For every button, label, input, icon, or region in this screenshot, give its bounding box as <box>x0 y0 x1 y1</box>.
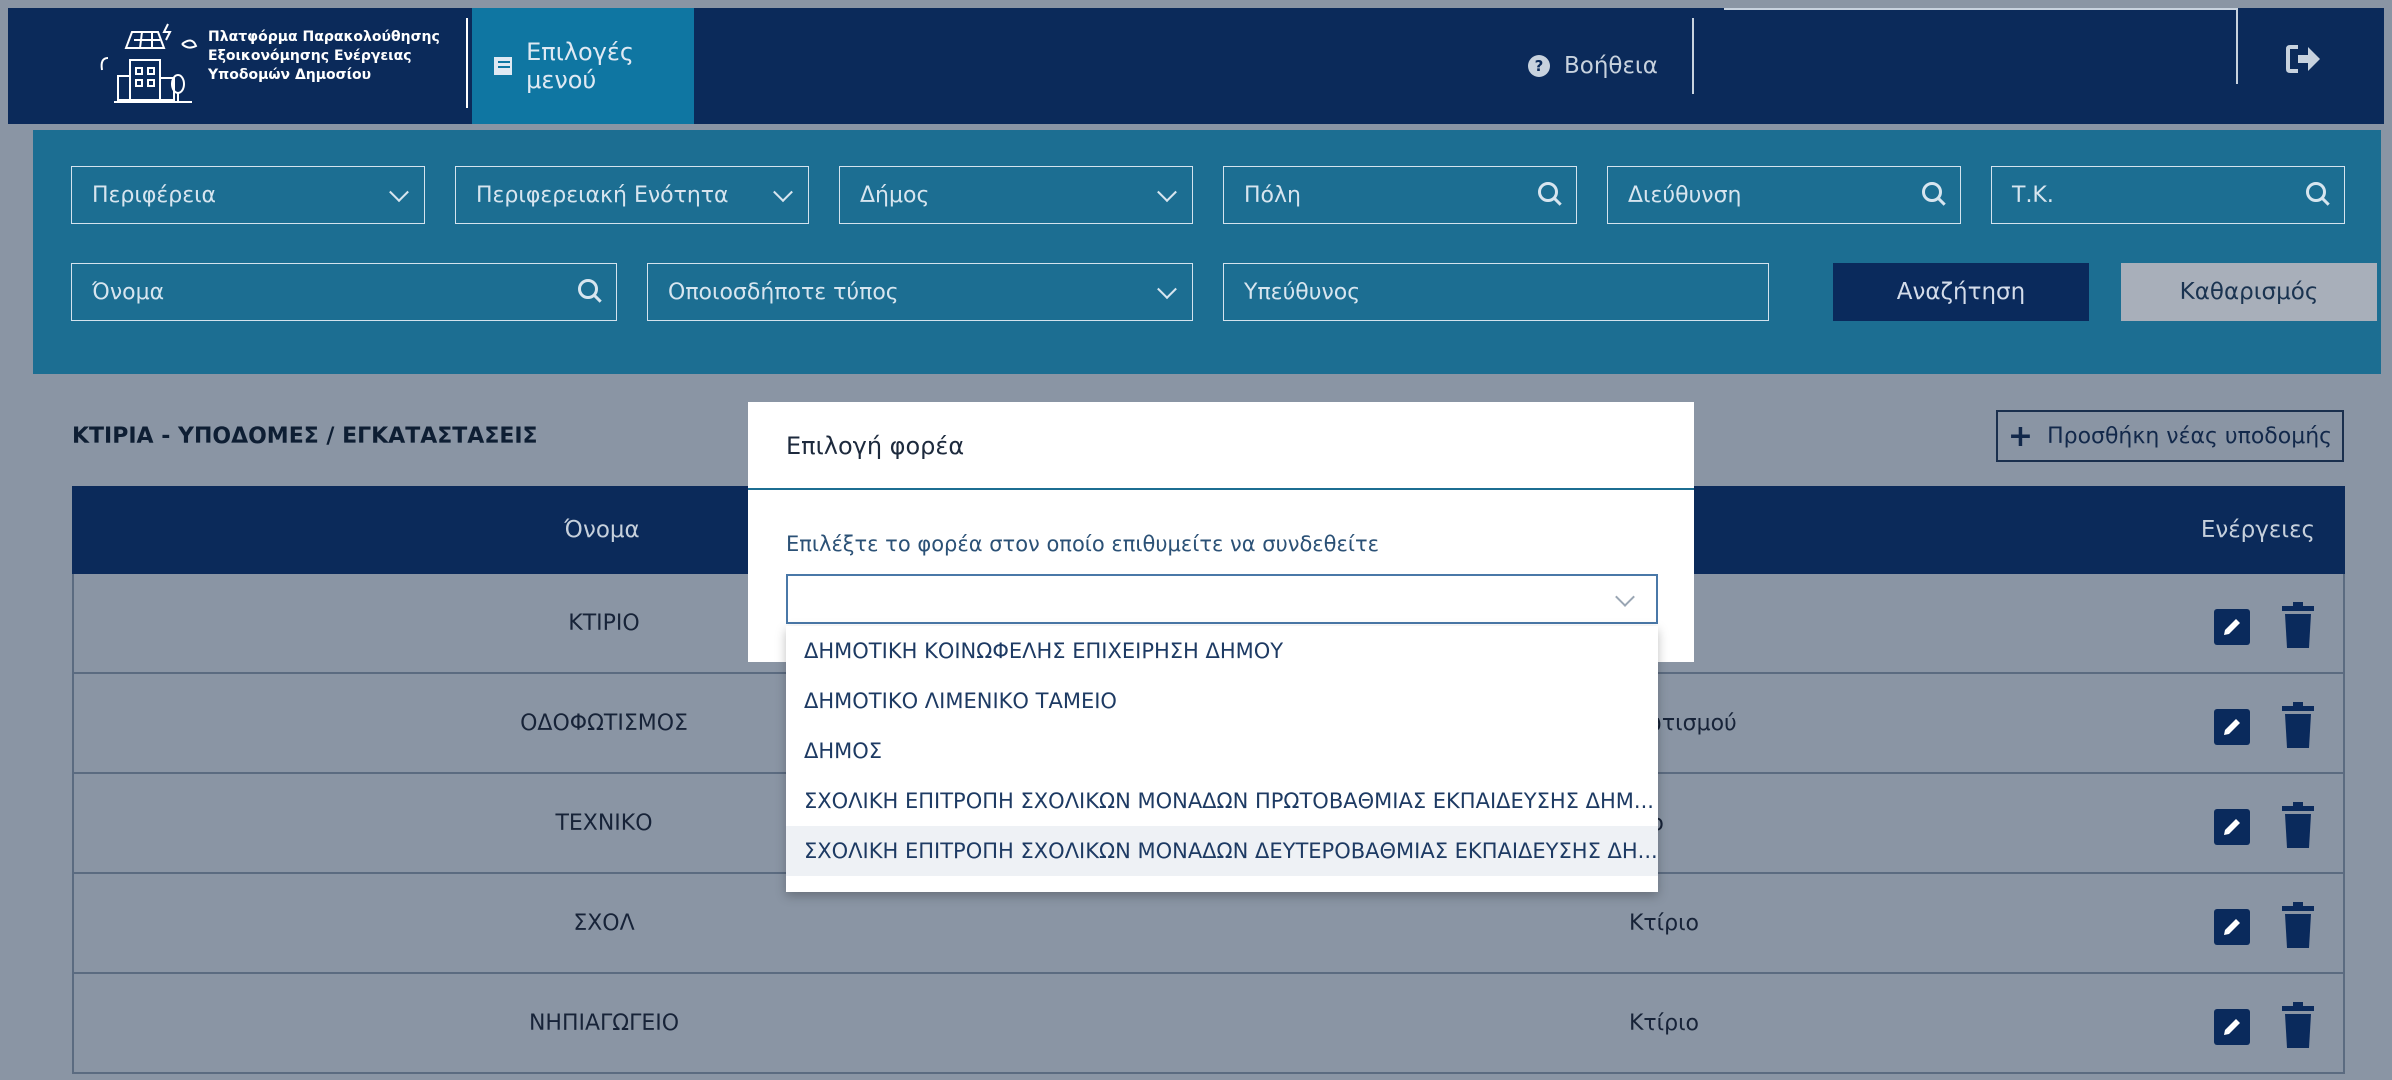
organization-select[interactable] <box>786 574 1658 624</box>
delete-button[interactable] <box>2280 1002 2316 1048</box>
logo-line-2: Εξοικονόμησης Ενέργειας <box>208 48 412 64</box>
dropdown-option[interactable]: ΔΗΜΟΤΙΚΟ ΛΙΜΕΝΙΚΟ ΤΑΜΕΙΟ <box>786 676 1658 726</box>
logo-line-3: Υποδομών Δημοσίου <box>208 67 372 83</box>
dropdown-option-hovered[interactable]: ΣΧΟΛΙΚΗ ΕΠΙΤΡΟΠΗ ΣΧΟΛΙΚΩΝ ΜΟΝΑΔΩΝ ΔΕΥΤΕΡ… <box>786 826 1658 876</box>
address-input-placeholder: Διεύθυνση <box>1628 182 1742 208</box>
edit-button[interactable] <box>2214 909 2250 945</box>
regional-unit-select-label: Περιφερειακή Ενότητα <box>476 182 729 208</box>
clear-button[interactable]: Καθαρισμός <box>2121 263 2377 321</box>
search-icon <box>578 279 598 299</box>
modal-title: Επιλογή φορέα <box>786 432 965 460</box>
modal-divider <box>748 488 1694 490</box>
organization-dropdown-list: ΔΗΜΟΤΙΚΗ ΚΟΙΝΩΦΕΛΗΣ ΕΠΙΧΕΙΡΗΣΗ ΔΗΜΟΥ ΔΗΜ… <box>786 626 1658 892</box>
regional-unit-select[interactable]: Περιφερειακή Ενότητα <box>455 166 809 224</box>
pencil-icon <box>2224 1019 2240 1035</box>
name-input[interactable]: Όνομα <box>71 263 617 321</box>
edit-button[interactable] <box>2214 709 2250 745</box>
delete-button[interactable] <box>2280 802 2316 848</box>
region-select[interactable]: Περιφέρεια <box>71 166 425 224</box>
chevron-down-icon <box>389 182 409 203</box>
region-select-label: Περιφέρεια <box>92 182 217 208</box>
trash-icon <box>2282 702 2314 748</box>
organization-select-label: Επιλέξτε το φορέα στον οποίο επιθυμείτε … <box>786 532 1379 556</box>
delete-button[interactable] <box>2280 602 2316 648</box>
select-organization-modal: Επιλογή φορέα Επιλέξτε το φορέα στον οπο… <box>748 402 1694 662</box>
municipality-select-label: Δήμος <box>860 182 930 208</box>
row-name: ΝΗΠΙΑΓΩΓΕΙΟ <box>528 1010 680 1036</box>
responsible-input[interactable]: Υπεύθυνος <box>1223 263 1769 321</box>
search-button[interactable]: Αναζήτηση <box>1833 263 2089 321</box>
search-icon <box>1922 182 1942 202</box>
plus-icon: + <box>2007 418 2034 454</box>
table-row[interactable]: ΝΗΠΙΑΓΩΓΕΙΟ Κτίριο <box>72 974 2345 1074</box>
list-icon <box>494 57 513 75</box>
menu-options-button[interactable]: Επιλογές μενού <box>472 8 694 124</box>
help-label: Βοήθεια <box>1564 53 1658 79</box>
chevron-down-icon <box>773 182 793 203</box>
nav-user-area <box>1724 8 2236 10</box>
chevron-down-icon <box>1615 587 1635 607</box>
name-input-placeholder: Όνομα <box>92 279 165 305</box>
edit-button[interactable] <box>2214 1009 2250 1045</box>
filter-panel: Περιφέρεια Περιφερειακή Ενότητα Δήμος Πό… <box>33 130 2381 374</box>
search-icon <box>2306 182 2326 202</box>
menu-options-label: Επιλογές μενού <box>526 38 634 94</box>
logo-line-1: Πλατφόρμα Παρακολούθησης <box>208 29 440 45</box>
pencil-icon <box>2224 619 2240 635</box>
postal-code-input[interactable]: Τ.Κ. <box>1991 166 2345 224</box>
chevron-down-icon <box>1157 279 1177 300</box>
dropdown-option[interactable]: ΣΧΟΛΙΚΗ ΕΠΙΤΡΟΠΗ ΣΧΟΛΙΚΩΝ ΜΟΝΑΔΩΝ ΠΡΩΤΟΒ… <box>786 776 1658 826</box>
row-type: Κτίριο <box>1629 1010 1699 1036</box>
sign-out-icon <box>2286 45 2320 73</box>
municipality-select[interactable]: Δήμος <box>839 166 1193 224</box>
pencil-icon <box>2224 919 2240 935</box>
chevron-down-icon <box>1157 182 1177 203</box>
add-infrastructure-button[interactable]: + Προσθήκη νέας υποδομής <box>1996 410 2344 462</box>
delete-button[interactable] <box>2280 902 2316 948</box>
dropdown-option[interactable]: ΔΗΜΟΤΙΚΗ ΚΟΙΝΩΦΕΛΗΣ ΕΠΙΧΕΙΡΗΣΗ ΔΗΜΟΥ <box>786 626 1658 676</box>
responsible-input-placeholder: Υπεύθυνος <box>1244 279 1361 305</box>
nav-divider <box>2236 8 2238 84</box>
edit-button[interactable] <box>2214 809 2250 845</box>
platform-logo[interactable]: Πλατφόρμα Παρακολούθησης Εξοικονόμησης Ε… <box>96 18 468 108</box>
postal-code-input-placeholder: Τ.Κ. <box>2012 182 2054 208</box>
city-input[interactable]: Πόλη <box>1223 166 1577 224</box>
edit-button[interactable] <box>2214 609 2250 645</box>
nav-divider <box>1692 18 1694 94</box>
pencil-icon <box>2224 819 2240 835</box>
add-infrastructure-label: Προσθήκη νέας υποδομής <box>2047 423 2333 449</box>
city-input-placeholder: Πόλη <box>1244 182 1301 208</box>
logout-button[interactable] <box>2286 44 2326 74</box>
dropdown-option[interactable]: ΔΗΜΟΣ <box>786 726 1658 776</box>
trash-icon <box>2282 802 2314 848</box>
logo-text: Πλατφόρμα Παρακολούθησης Εξοικονόμησης Ε… <box>208 28 440 85</box>
pencil-icon <box>2224 719 2240 735</box>
type-select-label: Οποιοσδήποτε τύπος <box>668 279 899 305</box>
delete-button[interactable] <box>2280 702 2316 748</box>
address-input[interactable]: Διεύθυνση <box>1607 166 1961 224</box>
type-select[interactable]: Οποιοσδήποτε τύπος <box>647 263 1193 321</box>
section-title: ΚΤΙΡΙΑ - ΥΠΟΔΟΜΕΣ / ΕΓΚΑΤΑΣΤΑΣΕΙΣ <box>72 424 538 449</box>
help-link[interactable]: ? Βοήθεια <box>1528 8 1658 124</box>
trash-icon <box>2282 1002 2314 1048</box>
column-header-actions: Ενέργειες <box>2200 517 2315 543</box>
trash-icon <box>2282 902 2314 948</box>
search-icon <box>1538 182 1558 202</box>
building-solar-logo-icon <box>100 23 198 103</box>
trash-icon <box>2282 602 2314 648</box>
question-circle-icon: ? <box>1528 55 1550 77</box>
top-navbar: Πλατφόρμα Παρακολούθησης Εξοικονόμησης Ε… <box>8 8 2384 124</box>
